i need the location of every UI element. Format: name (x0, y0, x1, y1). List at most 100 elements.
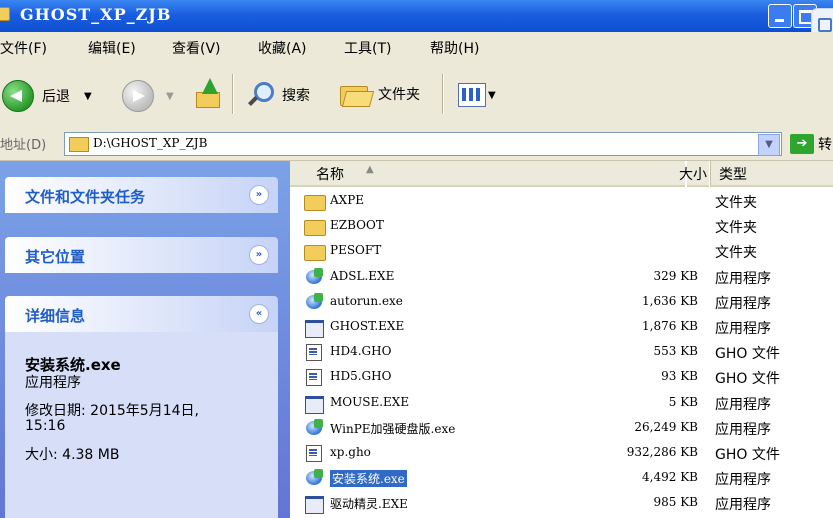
app-icon (304, 292, 324, 311)
file-type: GHO 文件 (715, 371, 780, 388)
panel-title: 其它位置 (25, 248, 86, 266)
app-icon (304, 418, 324, 437)
folder-icon (0, 7, 10, 21)
file-name: MOUSE.EXE (330, 394, 410, 409)
file-list: 名称 ▲ 大小 类型 AXPE 文件夹 EZBOOT 文件夹 PESOFT 文件夹 ADSL… (290, 161, 833, 518)
folder-icon (69, 137, 89, 152)
toolbar-separator (442, 74, 444, 114)
file-type: 应用程序 (715, 295, 771, 312)
file-name: AXPE (330, 193, 365, 207)
forward-button[interactable]: ▼ (122, 80, 174, 112)
folders-label: 文件夹 (378, 87, 420, 103)
file-row[interactable]: autorun.exe 1,636 KB 应用程序 (300, 290, 833, 315)
search-icon (246, 82, 274, 108)
window-title: GHOST_XP_ZJB (20, 5, 172, 24)
file-row[interactable]: 安装系统.exe 4,492 KB 应用程序 (300, 466, 833, 491)
sort-up-icon: ▲ (366, 164, 374, 175)
file-name: ADSL.EXE (330, 268, 395, 283)
file-size: 932,286 KB (626, 445, 698, 459)
file-row[interactable]: WinPE加强硬盘版.exe 26,249 KB 应用程序 (300, 416, 833, 441)
chevron-down-icon[interactable]: ▼ (84, 91, 92, 102)
details-modified-time: 15:16 (25, 418, 66, 434)
panel-details[interactable]: 详细信息 « (5, 296, 278, 332)
file-row[interactable]: xp.gho 932,286 KB GHO 文件 (300, 441, 833, 466)
file-size: 1,876 KB (642, 319, 698, 333)
file-type: GHO 文件 (715, 447, 780, 463)
title-bar: GHOST_XP_ZJB (0, 0, 833, 40)
column-header-name[interactable]: 名称 ▲ (290, 161, 685, 187)
file-row[interactable]: ADSL.EXE 329 KB 应用程序 (300, 265, 833, 290)
up-folder-button[interactable] (194, 78, 222, 108)
toolbar: 后退 ▼ ▼ 搜索 文件夹 ▼ (0, 62, 833, 129)
file-type: GHO 文件 (715, 346, 780, 363)
search-label: 搜索 (282, 88, 310, 104)
file-row[interactable]: AXPE 文件夹 (300, 189, 833, 214)
up-folder-icon (194, 78, 222, 108)
file-name: autorun.exe (330, 293, 403, 308)
folder-icon (304, 217, 326, 237)
file-size: 26,249 KB (634, 419, 698, 434)
details-type: 应用程序 (25, 375, 81, 391)
exe-window-icon (304, 494, 324, 515)
minimize-button[interactable] (768, 4, 792, 28)
file-row[interactable]: 驱动精灵.EXE 985 KB 应用程序 (300, 491, 833, 516)
file-size: 985 KB (653, 495, 698, 510)
forward-arrow-icon (122, 80, 154, 112)
gho-file-icon (304, 368, 324, 387)
file-type: 应用程序 (715, 421, 771, 438)
file-size: 5 KB (668, 394, 698, 409)
expand-icon[interactable]: » (249, 245, 269, 265)
details-body: 安装系统.exe 应用程序 修改日期: 2015年5月14日, 15:16 大小… (5, 332, 278, 518)
go-label[interactable]: 转 (818, 134, 832, 154)
column-header-size[interactable]: 大小 (679, 161, 709, 187)
menu-help[interactable]: 帮助(H) (430, 38, 479, 58)
expand-icon[interactable]: » (249, 185, 269, 205)
app-icon (304, 267, 324, 286)
chevron-down-icon[interactable]: ▼ (166, 91, 174, 102)
chevron-down-icon[interactable]: ▼ (488, 90, 496, 101)
folders-icon (340, 82, 370, 106)
back-label: 后退 (42, 89, 70, 105)
file-type: 文件夹 (715, 245, 757, 262)
gho-file-icon (304, 444, 324, 462)
back-arrow-icon (2, 80, 34, 112)
file-name: HD4.GHO (330, 344, 392, 359)
file-row[interactable]: EZBOOT 文件夹 (300, 214, 833, 239)
menu-favorites[interactable]: 收藏(A) (258, 38, 307, 58)
folders-button[interactable]: 文件夹 (340, 82, 420, 106)
panel-title: 文件和文件夹任务 (25, 188, 146, 206)
panel-other-places[interactable]: 其它位置 » (5, 237, 278, 273)
views-button[interactable]: ▼ (458, 83, 496, 107)
menu-tools[interactable]: 工具(T) (344, 38, 391, 58)
file-type: 文件夹 (715, 195, 757, 211)
file-row[interactable]: HD5.GHO 93 KB GHO 文件 (300, 365, 833, 390)
file-row[interactable]: MOUSE.EXE 5 KB 应用程序 (300, 391, 833, 416)
column-header-type[interactable]: 类型 (710, 161, 833, 187)
collapse-icon[interactable]: « (249, 304, 269, 324)
file-row[interactable]: PESOFT 文件夹 (300, 239, 833, 264)
toolbar-separator (232, 74, 234, 114)
address-bar: 地址(D) D:\GHOST_XP_ZJB ▼ ➔ 转 (0, 128, 833, 161)
file-type: 应用程序 (715, 472, 771, 489)
file-size: 329 KB (653, 268, 698, 283)
menu-file[interactable]: 文件(F) (0, 38, 47, 58)
panel-file-folder-tasks[interactable]: 文件和文件夹任务 » (5, 177, 278, 213)
file-size: 1,636 KB (642, 293, 698, 308)
go-arrow-icon[interactable]: ➔ (790, 134, 814, 154)
chevron-down-icon[interactable]: ▼ (758, 134, 780, 156)
menu-view[interactable]: 查看(V) (172, 38, 221, 58)
file-size: 93 KB (661, 369, 698, 384)
search-button[interactable]: 搜索 (246, 82, 310, 108)
menu-edit[interactable]: 编辑(E) (88, 38, 136, 58)
exe-window-icon (304, 318, 324, 338)
column-type-label: 类型 (719, 167, 747, 183)
views-icon (458, 83, 486, 107)
folder-icon (304, 192, 326, 211)
file-row[interactable]: HD4.GHO 553 KB GHO 文件 (300, 340, 833, 365)
file-row[interactable]: GHOST.EXE 1,876 KB 应用程序 (300, 315, 833, 340)
file-name: PESOFT (330, 243, 382, 258)
back-button[interactable]: 后退 ▼ (2, 80, 92, 112)
exe-window-icon (304, 394, 324, 414)
file-type: 文件夹 (715, 220, 757, 237)
address-input[interactable]: D:\GHOST_XP_ZJB (64, 132, 782, 156)
